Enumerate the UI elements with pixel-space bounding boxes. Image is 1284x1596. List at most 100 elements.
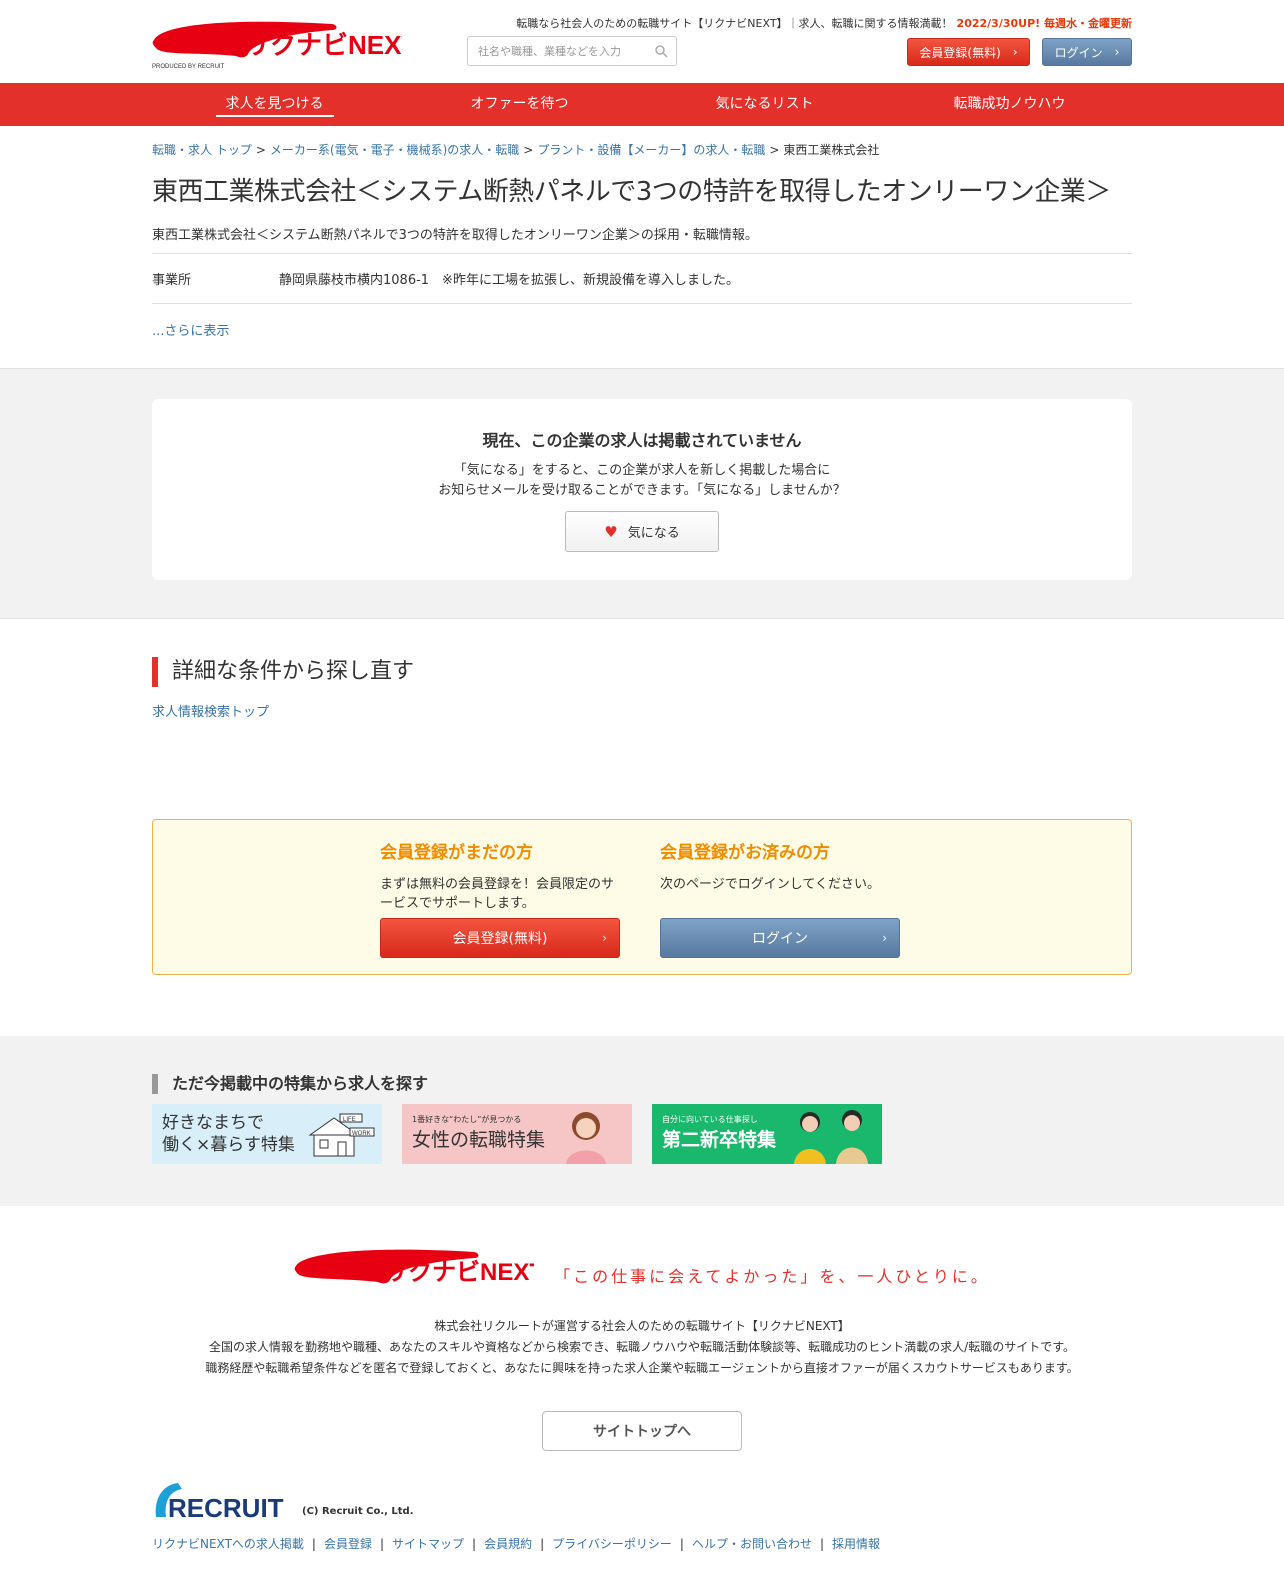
update-note: 2022/3/30UP! 毎週水・金曜更新 (956, 17, 1132, 30)
house-illustration-icon: LIFE WORK (308, 1113, 375, 1157)
show-more-link[interactable]: ...さらに表示 (152, 320, 1132, 339)
header-login-button[interactable]: ログイン › (1042, 38, 1132, 66)
copyright-row: RECRUIT (C) Recruit Co., Ltd. (152, 1481, 1132, 1519)
features-band: ただ今掲載中の特集から求人を探す 好きなまちで 働く×暮らす特集 LIFE WO… (0, 1036, 1284, 1206)
site-header: リクナビNEXT PRODUCED BY RECRUIT 転職なら社会人のための… (152, 0, 1132, 83)
banner-second-graduate[interactable]: 自分に向いている仕事探し 第二新卒特集 (652, 1104, 882, 1164)
new-member-text: まずは無料の会員登録を！会員限定のサービスでサポートします。 (380, 877, 615, 911)
footer-link-divider: | (379, 1537, 385, 1551)
feature-banners: 好きなまちで 働く×暮らす特集 LIFE WORK 1番好きな“わたし”が見つか… (152, 1104, 1132, 1164)
nav-favorites[interactable]: 気になるリスト (642, 83, 887, 126)
member-box: 会員登録がまだの方 まずは無料の会員登録を！会員限定のサービスでサポートします。… (152, 819, 1132, 975)
header-login-label: ログイン (1054, 45, 1103, 60)
breadcrumb-separator: > (255, 143, 266, 157)
footer-links: リクナビNEXTへの求人掲載 | 会員登録 | サイトマップ | 会員規約 | プライバシーポリ… (152, 1535, 1132, 1552)
notice-text: 「気になる」をすると、この企業が求人を新しく掲載した場合に お知らせメールを受け取… (152, 461, 1132, 501)
site-footer: リクナビNEXT 「この仕事に会えてよかった」を、一人ひとりに。 株式会社リクル… (152, 1206, 1132, 1552)
research-section: 詳細な条件から探し直す 求人情報検索トップ (152, 619, 1132, 819)
existing-member-heading: 会員登録がお済みの方 (660, 843, 830, 863)
footer-description: 株式会社リクルートが運営する社会人のための転職サイト【リクナビNEXT】 全国の… (152, 1316, 1132, 1379)
company-section: 転職・求人 トップ > メーカー系(電気・電子・機械系)の求人・転職 > プラント・設備… (152, 126, 1132, 339)
logo-wordmark: リクナビNEXT (244, 30, 402, 60)
notice-line-1: 「気になる」をすると、この企業が求人を新しく掲載した場合に (453, 463, 831, 478)
recruit-wordmark: RECRUIT (168, 1493, 284, 1519)
features-title: ただ今掲載中の特集から求人を探す (152, 1074, 1132, 1094)
footer-link-divider: | (819, 1537, 825, 1551)
recruit-logo[interactable]: RECRUIT (152, 1481, 294, 1519)
search-input[interactable] (468, 37, 643, 65)
banner-women[interactable]: 1番好きな“わたし”が見つかる 女性の転職特集 (402, 1104, 632, 1164)
site-top-button[interactable]: サイトトップへ (542, 1411, 742, 1451)
new-member-heading: 会員登録がまだの方 (380, 843, 533, 863)
banner-1-line-1: 好きなまちで (162, 1113, 264, 1133)
existing-member-text: 次のページでログインしてください。 (660, 877, 880, 892)
breadcrumb-link-plant[interactable]: プラント・設備【メーカー】の求人・転職 (537, 143, 765, 157)
banner-town-living[interactable]: 好きなまちで 働く×暮らす特集 LIFE WORK (152, 1104, 382, 1164)
footer-catchphrase: 「この仕事に会えてよかった」を、一人ひとりに。 (554, 1267, 990, 1286)
footer-text-1: 株式会社リクルートが運営する社会人のための転職サイト【リクナビNEXT】 (434, 1319, 850, 1333)
office-label: 事業所 (152, 273, 192, 288)
office-row: 事業所 静岡県藤枝市横内1086-1 ※昨年に工場を拡張し、新規設備を導入しまし… (152, 254, 1132, 304)
global-nav: 求人を見つける オファーを待つ 気になるリスト 転職成功ノウハウ (0, 83, 1284, 126)
footer-link-divider: | (311, 1537, 316, 1551)
footer-logo-row: リクナビNEXT 「この仕事に会えてよかった」を、一人ひとりに。 (152, 1246, 1132, 1290)
woman-photo-icon (566, 1112, 606, 1164)
nav-favorites-label: 気になるリスト (715, 96, 814, 112)
footer-link-help[interactable]: ヘルプ・お問い合わせ (692, 1537, 812, 1551)
footer-link-divider: | (679, 1537, 684, 1551)
chevron-right-icon: › (602, 931, 607, 945)
nav-wait-offer-label: オファーを待つ (470, 96, 569, 112)
job-search-top-link[interactable]: 求人情報検索トップ (152, 701, 1132, 720)
footer-rikunabi-logo[interactable]: リクナビNEXT (294, 1246, 534, 1290)
logo-produced-by: PRODUCED BY RECRUIT (152, 64, 225, 70)
new-member-column: 会員登録がまだの方 まずは無料の会員登録を！会員限定のサービスでサポートします。 (380, 838, 620, 915)
member-register-button[interactable]: 会員登録(無料) › (380, 918, 620, 958)
favorite-button-label: 気になる (627, 526, 680, 541)
nav-knowhow[interactable]: 転職成功ノウハウ (887, 83, 1132, 126)
breadcrumb-link-maker[interactable]: メーカー系(電気・電子・機械系)の求人・転職 (270, 143, 519, 157)
search-box (467, 36, 677, 66)
rikunabi-next-logo[interactable]: リクナビNEXT PRODUCED BY RECRUIT (152, 16, 417, 72)
nav-wait-offer[interactable]: オファーを待つ (397, 83, 642, 126)
footer-link-divider: | (540, 1537, 545, 1551)
notice-band: 現在、この企業の求人は掲載されていません 「気になる」をすると、この企業が求人を… (0, 368, 1284, 619)
footer-link-privacy[interactable]: プライバシーポリシー (552, 1537, 672, 1551)
chevron-right-icon: › (882, 931, 887, 945)
footer-link-careers[interactable]: 採用情報 (832, 1537, 880, 1551)
header-register-button[interactable]: 会員登録(無料) › (907, 38, 1030, 66)
footer-link-register[interactable]: 会員登録 (324, 1537, 372, 1551)
no-jobs-notice: 現在、この企業の求人は掲載されていません 「気になる」をすると、この企業が求人を… (152, 399, 1132, 580)
breadcrumb-current: 東西工業株式会社 (783, 143, 880, 157)
banner-tag-work: WORK (352, 1131, 371, 1137)
breadcrumb: 転職・求人 トップ > メーカー系(電気・電子・機械系)の求人・転職 > プラント・設備… (152, 126, 1132, 164)
footer-link-sitemap[interactable]: サイトマップ (392, 1537, 464, 1551)
tagline-text: 転職なら社会人のための転職サイト【リクナビNEXT】｜求人、転職に関する情報満載… (516, 17, 953, 30)
member-login-label: ログイン (752, 931, 808, 947)
copyright-text: (C) Recruit Co., Ltd. (302, 1506, 414, 1517)
banner-1-line-2: 働く×暮らす特集 (162, 1135, 295, 1155)
footer-link-terms[interactable]: 会員規約 (484, 1537, 532, 1551)
search-icon[interactable] (654, 44, 668, 58)
nav-find-jobs[interactable]: 求人を見つける (152, 83, 397, 126)
nav-find-jobs-label: 求人を見つける (215, 96, 334, 117)
header-tagline: 転職なら社会人のための転職サイト【リクナビNEXT】｜求人、転職に関する情報満載… (516, 15, 1132, 31)
people-photo-icon (794, 1110, 868, 1164)
breadcrumb-separator: > (769, 143, 780, 157)
banner-2-small: 1番好きな“わたし”が見つかる (412, 1115, 522, 1124)
research-title: 詳細な条件から探し直す (152, 657, 1132, 687)
banner-2-main: 女性の転職特集 (412, 1129, 546, 1151)
banner-3-small: 自分に向いている仕事探し (662, 1115, 758, 1124)
banner-3-main: 第二新卒特集 (662, 1129, 777, 1151)
heart-icon: ♥ (604, 522, 618, 541)
breadcrumb-link-top[interactable]: 転職・求人 トップ (152, 143, 252, 157)
favorite-button[interactable]: ♥ 気になる (565, 511, 719, 552)
company-title: 東西工業株式会社＜システム断熱パネルで3つの特許を取得したオンリーワン企業＞ (152, 177, 1111, 207)
notice-heading: 現在、この企業の求人は掲載されていません (482, 431, 802, 450)
notice-line-2: お知らせメールを受け取ることができます。「気になる」しませんか？ (438, 483, 846, 498)
chevron-right-icon: › (1012, 45, 1018, 59)
banner-tag-life: LIFE (343, 1117, 356, 1123)
footer-link-divider: | (472, 1537, 477, 1551)
member-login-button[interactable]: ログイン › (660, 918, 900, 958)
footer-link-post-jobs[interactable]: リクナビNEXTへの求人掲載 (152, 1537, 304, 1551)
header-register-label: 会員登録(無料) (919, 45, 1001, 60)
